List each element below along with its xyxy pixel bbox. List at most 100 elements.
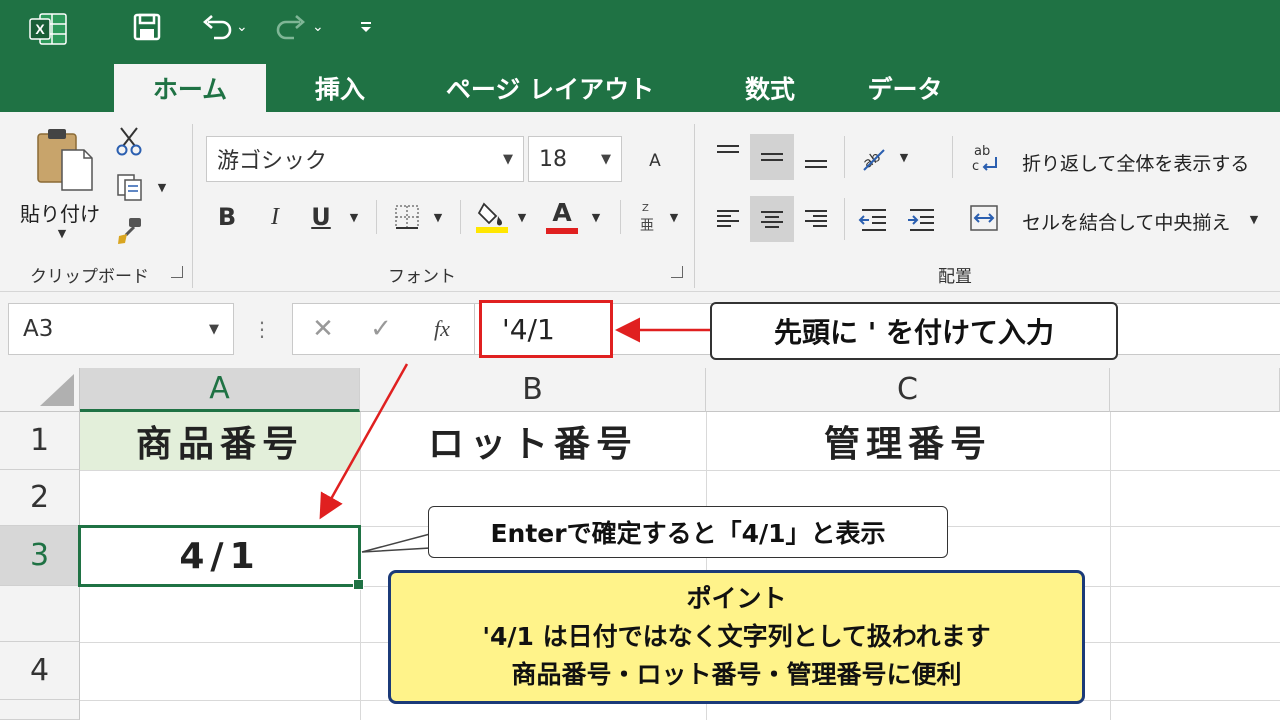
phonetic-guide-icon[interactable]: Z 亜 [634,200,664,234]
wrap-text-label[interactable]: 折り返して全体を表示する [1022,149,1249,176]
row-header-4[interactable]: 4 [0,642,80,700]
name-box[interactable]: A3 ▼ [8,303,234,355]
more-options-icon[interactable]: ⋮ [250,314,274,344]
chevron-down-icon: ▼ [209,321,219,337]
save-icon[interactable] [132,12,162,42]
cell-b1[interactable]: ロット番号 [360,412,706,470]
column-header-b[interactable]: B [360,368,706,412]
cut-icon[interactable] [114,126,144,156]
point-line-1: '4/1 は日付ではなく文字列として扱われます [482,622,991,651]
svg-text:ab: ab [974,144,990,159]
cancel-icon[interactable]: ✕ [306,312,340,346]
divider [952,136,953,178]
tab-page-layout[interactable]: ページ レイアウト [430,64,670,112]
row-header-1[interactable]: 1 [0,412,80,470]
alignment-group-label: 配置 [938,267,972,287]
column-header-a[interactable]: A [80,368,360,412]
align-left-icon[interactable] [710,198,746,238]
paste-dropdown-icon[interactable]: ▼ [52,226,72,240]
font-size-dropdown[interactable]: 18 ▼ [528,136,622,182]
borders-icon[interactable] [392,202,422,232]
bold-button[interactable]: B [212,200,242,234]
insert-function-button[interactable]: fx [424,312,460,346]
paste-icon[interactable] [30,124,98,194]
align-center-icon[interactable] [750,196,794,242]
row-header-3[interactable]: 3 [0,526,80,586]
formula-value-highlight[interactable]: '4/1 [479,300,613,358]
tab-insert[interactable]: 挿入 [290,64,390,112]
format-painter-icon[interactable] [114,216,146,246]
point-line-2: 商品番号・ロット番号・管理番号に便利 [511,660,962,689]
orientation-dropdown-icon[interactable]: ▼ [896,150,912,164]
paste-label[interactable]: 貼り付け [20,198,100,227]
point-box: ポイント '4/1 は日付ではなく文字列として扱われます 商品番号・ロット番号・… [388,570,1085,704]
italic-button[interactable]: I [260,200,290,234]
fill-color-icon[interactable] [476,198,508,234]
divider [844,198,845,240]
gridline [80,470,1280,471]
align-bottom-icon[interactable] [796,136,836,176]
enter-check-icon[interactable]: ✓ [364,312,398,346]
phonetic-dropdown-icon[interactable]: ▼ [666,210,682,224]
align-right-icon[interactable] [796,198,836,238]
cell-a1[interactable]: 商品番号 [80,412,360,470]
divider [376,200,377,234]
chevron-down-icon: ▼ [601,151,611,167]
borders-dropdown-icon[interactable]: ▼ [430,210,446,224]
redo-icon[interactable] [274,12,308,42]
cell-callout: Enterで確定すると「4/1」と表示 [428,506,948,558]
align-middle-icon[interactable] [750,134,794,180]
tab-home[interactable]: ホーム [114,64,266,112]
copy-dropdown-icon[interactable]: ▼ [154,180,170,194]
row-header-blank[interactable] [0,586,80,642]
divider [844,136,845,178]
undo-dropdown-icon[interactable]: ⌄ [236,12,248,42]
merge-center-icon[interactable] [966,200,1002,236]
font-color-dropdown-icon[interactable]: ▼ [588,210,604,224]
svg-text:X: X [35,21,45,37]
row-header-2[interactable]: 2 [0,470,80,526]
clipboard-group-label: クリップボード [30,267,149,287]
fill-handle[interactable] [353,579,364,590]
excel-logo-icon: X [28,12,68,46]
gridline [1110,412,1111,720]
group-divider [192,124,193,288]
column-header-c[interactable]: C [706,368,1110,412]
svg-text:Z: Z [642,203,649,214]
clipboard-launcher-icon[interactable] [171,266,183,278]
svg-text:c: c [972,159,979,174]
copy-icon[interactable] [114,172,146,202]
font-color-button[interactable]: A [546,198,578,234]
font-name-dropdown[interactable]: 游ゴシック ▼ [206,136,524,182]
column-header-d[interactable] [1110,368,1280,412]
orientation-icon[interactable]: ab [856,140,892,176]
tab-formulas[interactable]: 数式 [720,64,820,112]
merge-center-label[interactable]: セルを結合して中央揃え [1022,208,1230,235]
fill-color-dropdown-icon[interactable]: ▼ [514,210,530,224]
increase-indent-icon[interactable] [904,202,940,238]
font-launcher-icon[interactable] [671,266,683,278]
decrease-indent-icon[interactable] [856,202,892,238]
font-size-value: 18 [539,146,567,172]
underline-dropdown-icon[interactable]: ▼ [346,210,362,224]
select-all-triangle-icon [40,374,74,406]
svg-text:亜: 亜 [640,218,654,234]
row-header-next[interactable] [0,700,80,720]
divider [620,200,621,234]
font-color-swatch [546,228,578,234]
chevron-down-icon: ▼ [503,151,513,167]
underline-button[interactable]: U [306,200,336,234]
font-name-value: 游ゴシック [217,149,328,174]
cell-c1[interactable]: 管理番号 [706,412,1110,470]
tab-data[interactable]: データ [850,64,960,112]
point-title: ポイント [686,584,787,613]
font-group-label: フォント [388,267,456,287]
wrap-text-icon[interactable]: ab c [966,140,1002,176]
redo-dropdown-icon[interactable]: ⌄ [312,12,324,42]
merge-dropdown-icon[interactable]: ▼ [1246,212,1262,226]
font-color-letter: A [552,197,572,227]
customize-toolbar-icon[interactable] [358,12,374,42]
undo-icon[interactable] [200,12,234,42]
grow-font-button[interactable]: A [640,146,670,176]
align-top-icon[interactable] [710,136,746,176]
